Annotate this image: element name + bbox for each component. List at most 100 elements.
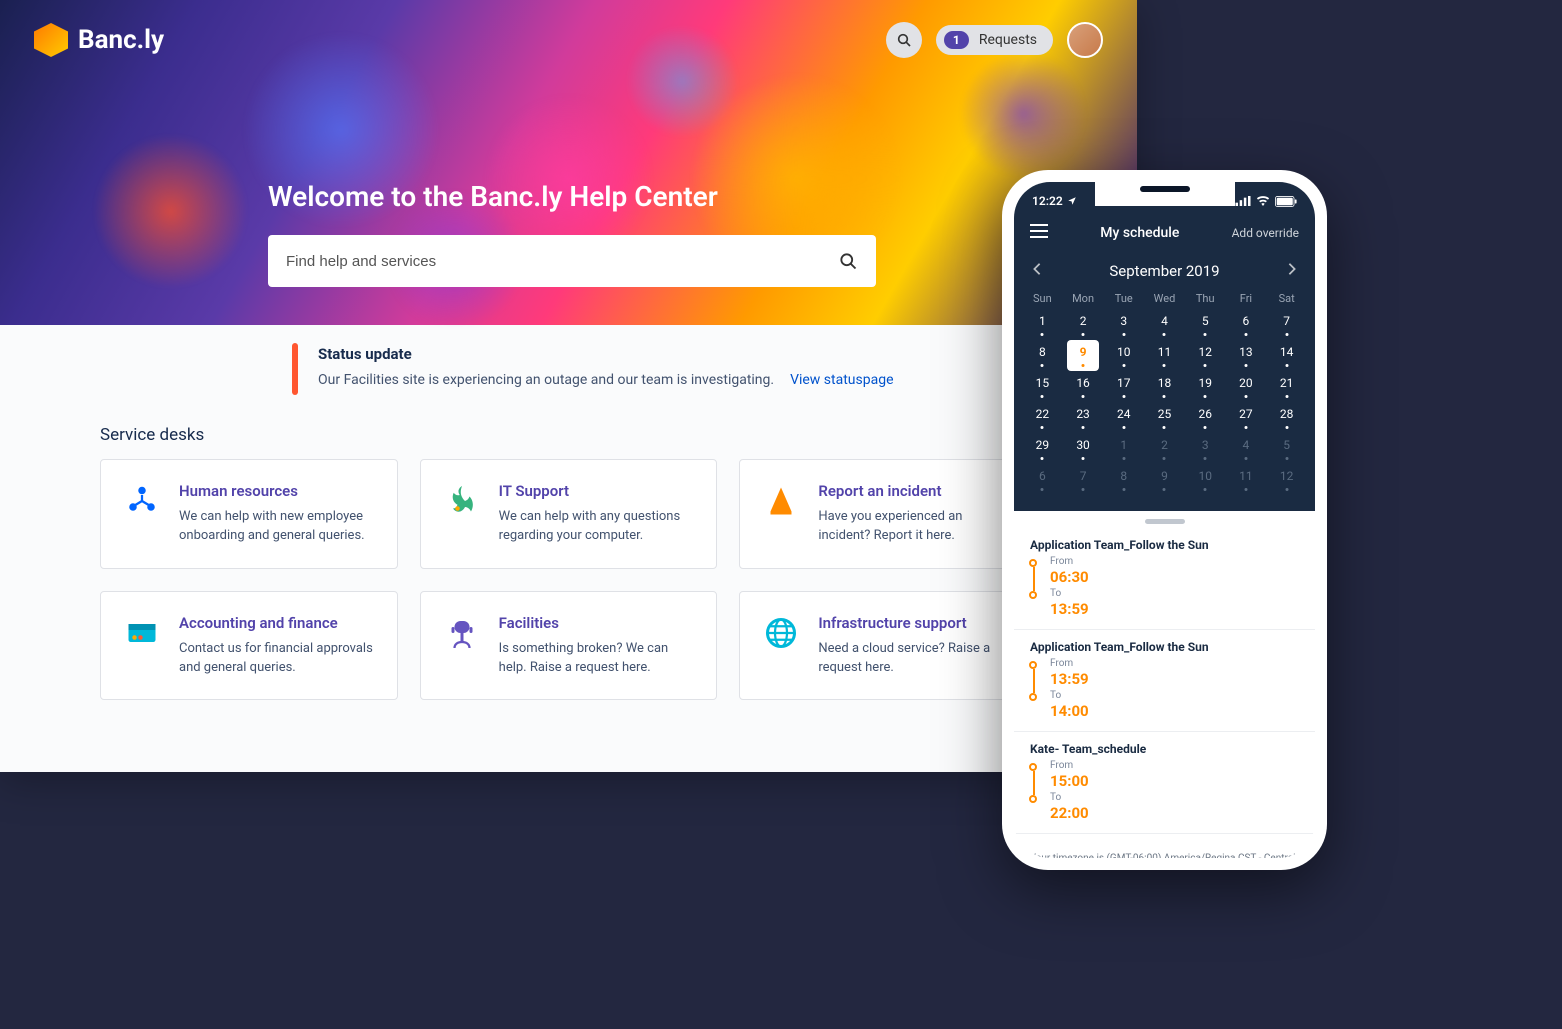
calendar-day[interactable]: 11	[1144, 340, 1185, 371]
from-label: From	[1050, 760, 1089, 771]
calendar-day[interactable]: 30	[1063, 433, 1104, 464]
service-desks-grid: Human resourcesWe can help with new empl…	[100, 459, 1037, 700]
search-icon	[896, 32, 912, 48]
search-icon[interactable]	[838, 251, 858, 271]
calendar-day[interactable]: 9	[1067, 340, 1100, 371]
from-time: 06:30	[1050, 569, 1089, 586]
calendar-day[interactable]: 6	[1022, 464, 1063, 495]
desk-description: Contact us for financial approvals and g…	[179, 640, 375, 678]
schedule-item[interactable]: Application Team_Follow the Sun From 06:30…	[1014, 528, 1315, 630]
desk-card-it-support[interactable]: IT Support We can help with any questions…	[420, 459, 718, 569]
calendar-day[interactable]: 18	[1144, 371, 1185, 402]
drag-handle[interactable]	[1145, 519, 1185, 524]
desk-description: Need a cloud service? Raise a request he…	[818, 640, 1014, 678]
desk-card-accounting-finance[interactable]: Accounting and finance Contact us for fin…	[100, 591, 398, 701]
status-accent-bar	[292, 343, 298, 395]
calendar-day[interactable]: 22	[1022, 402, 1063, 433]
calendar-day[interactable]: 3	[1103, 309, 1144, 340]
calendar-day[interactable]: 12	[1266, 464, 1307, 495]
topbar: Banc.ly 1 Requests	[0, 0, 1137, 80]
schedule-name: Application Team_Follow the Sun	[1030, 640, 1299, 654]
desk-card-report-incident[interactable]: Report an incident Have you experienced a…	[739, 459, 1037, 569]
search-button[interactable]	[886, 22, 922, 58]
calendar-day[interactable]: 14	[1266, 340, 1307, 371]
weekday-label: Tue	[1103, 292, 1144, 305]
calendar-day[interactable]: 28	[1266, 402, 1307, 433]
calendar-day[interactable]: 26	[1185, 402, 1226, 433]
calendar-day[interactable]: 6	[1226, 309, 1267, 340]
calendar-day[interactable]: 17	[1103, 371, 1144, 402]
calendar-day[interactable]: 8	[1103, 464, 1144, 495]
calendar-day[interactable]: 10	[1185, 464, 1226, 495]
calendar-day[interactable]: 5	[1266, 433, 1307, 464]
service-desks-heading: Service desks	[100, 425, 1037, 445]
desk-card-human-resources[interactable]: Human resourcesWe can help with new empl…	[100, 459, 398, 569]
calendar-day[interactable]: 15	[1022, 371, 1063, 402]
calendar-day[interactable]: 7	[1266, 309, 1307, 340]
help-center-window: Banc.ly 1 Requests Welcome to the Banc.l…	[0, 0, 1137, 772]
rocket-icon	[443, 482, 481, 520]
requests-button[interactable]: 1 Requests	[936, 25, 1053, 55]
topbar-actions: 1 Requests	[886, 22, 1103, 58]
desk-card-infrastructure-support[interactable]: Infrastructure supportNeed a cloud servi…	[739, 591, 1037, 701]
search-input[interactable]	[286, 253, 838, 270]
weekday-label: Mon	[1063, 292, 1104, 305]
user-avatar[interactable]	[1067, 22, 1103, 58]
desk-description: We can help with any questions regarding…	[499, 508, 695, 546]
calendar-day[interactable]: 5	[1185, 309, 1226, 340]
schedule-name: Kate- Team_schedule	[1030, 742, 1299, 756]
calendar-day[interactable]: 27	[1226, 402, 1267, 433]
calendar-day[interactable]: 19	[1185, 371, 1226, 402]
calendar-day[interactable]: 24	[1103, 402, 1144, 433]
calendar-day[interactable]: 2	[1063, 309, 1104, 340]
from-time: 15:00	[1050, 773, 1089, 790]
chair-icon	[443, 614, 481, 652]
globe-icon	[762, 614, 800, 652]
requests-count-badge: 1	[944, 31, 969, 49]
statuspage-link[interactable]: View statuspage	[790, 372, 893, 388]
desk-title: IT Support	[499, 482, 695, 500]
add-override-link[interactable]: Add override	[1232, 226, 1299, 240]
status-text: Our Facilities site is experiencing an o…	[318, 372, 774, 388]
weekday-label: Fri	[1226, 292, 1267, 305]
calendar-day[interactable]: 7	[1063, 464, 1104, 495]
to-time: 13:59	[1050, 601, 1089, 618]
cone-icon	[762, 482, 800, 520]
calendar-day[interactable]: 21	[1266, 371, 1307, 402]
calendar-day[interactable]: 11	[1226, 464, 1267, 495]
desk-description: Have you experienced an incident? Report…	[818, 508, 1014, 546]
calendar-day[interactable]: 4	[1144, 309, 1185, 340]
calendar-day[interactable]: 9	[1144, 464, 1185, 495]
calendar-day[interactable]: 1	[1103, 433, 1144, 464]
brand-logo[interactable]: Banc.ly	[34, 23, 164, 57]
schedule-item[interactable]: Application Team_Follow the SunFrom13:59…	[1014, 630, 1315, 732]
calendar-day[interactable]: 16	[1063, 371, 1104, 402]
calendar-day[interactable]: 25	[1144, 402, 1185, 433]
desk-title: Report an incident	[818, 482, 1014, 500]
chevron-right-icon	[1287, 262, 1297, 276]
schedule-item[interactable]: Kate- Team_scheduleFrom15:00To22:00	[1014, 732, 1315, 834]
calendar-day[interactable]: 2	[1144, 433, 1185, 464]
schedule-list: Application Team_Follow the Sun From 06:30…	[1014, 528, 1315, 842]
to-label: To	[1050, 792, 1089, 803]
status-title: Status update	[318, 345, 894, 363]
desk-card-facilities[interactable]: FacilitiesIs something broken? We can he…	[420, 591, 718, 701]
calendar-day[interactable]: 8	[1022, 340, 1063, 371]
help-search-box[interactable]	[268, 235, 876, 287]
calendar-day[interactable]: 13	[1226, 340, 1267, 371]
calendar-day[interactable]: 29	[1022, 433, 1063, 464]
from-label: From	[1050, 556, 1089, 567]
desk-title: Accounting and finance	[179, 614, 375, 632]
calendar-day[interactable]: 3	[1185, 433, 1226, 464]
wifi-icon	[1256, 196, 1270, 206]
calendar-day[interactable]: 12	[1185, 340, 1226, 371]
calendar-day[interactable]: 10	[1103, 340, 1144, 371]
schedule-name: Application Team_Follow the Sun	[1030, 538, 1299, 552]
calendar-day[interactable]: 23	[1063, 402, 1104, 433]
next-month-button[interactable]	[1287, 261, 1297, 280]
calendar-day[interactable]: 20	[1226, 371, 1267, 402]
people-icon	[123, 482, 161, 520]
brand-name: Banc.ly	[78, 25, 164, 55]
calendar-day[interactable]: 4	[1226, 433, 1267, 464]
calendar-day[interactable]: 1	[1022, 309, 1063, 340]
